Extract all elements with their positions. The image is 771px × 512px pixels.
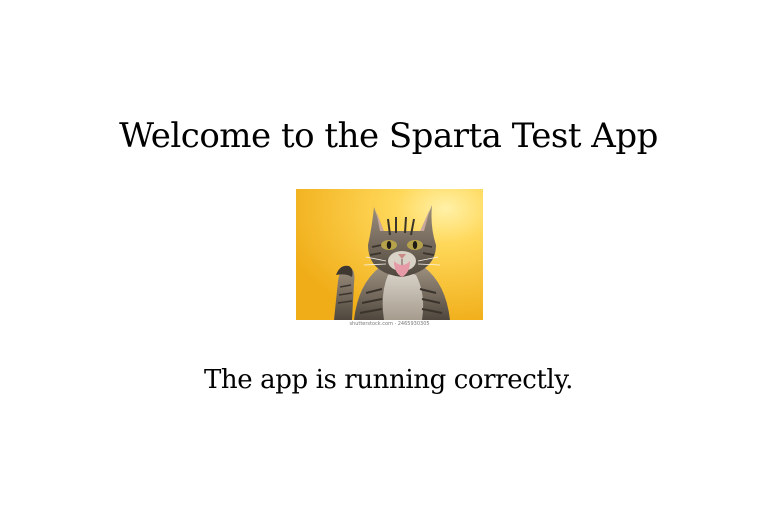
stock-watermark-strip: shutterstock.com · 2465930305	[296, 320, 483, 329]
page: Welcome to the Sparta Test App shutterst…	[0, 0, 771, 512]
cat-image: shutterstock.com · 2465930305	[296, 189, 483, 329]
status-message: The app is running correctly.	[203, 365, 574, 395]
stock-watermark-text: shutterstock.com · 2465930305	[349, 321, 430, 327]
page-title: Welcome to the Sparta Test App	[119, 116, 658, 156]
cat-photo-icon	[296, 189, 483, 320]
